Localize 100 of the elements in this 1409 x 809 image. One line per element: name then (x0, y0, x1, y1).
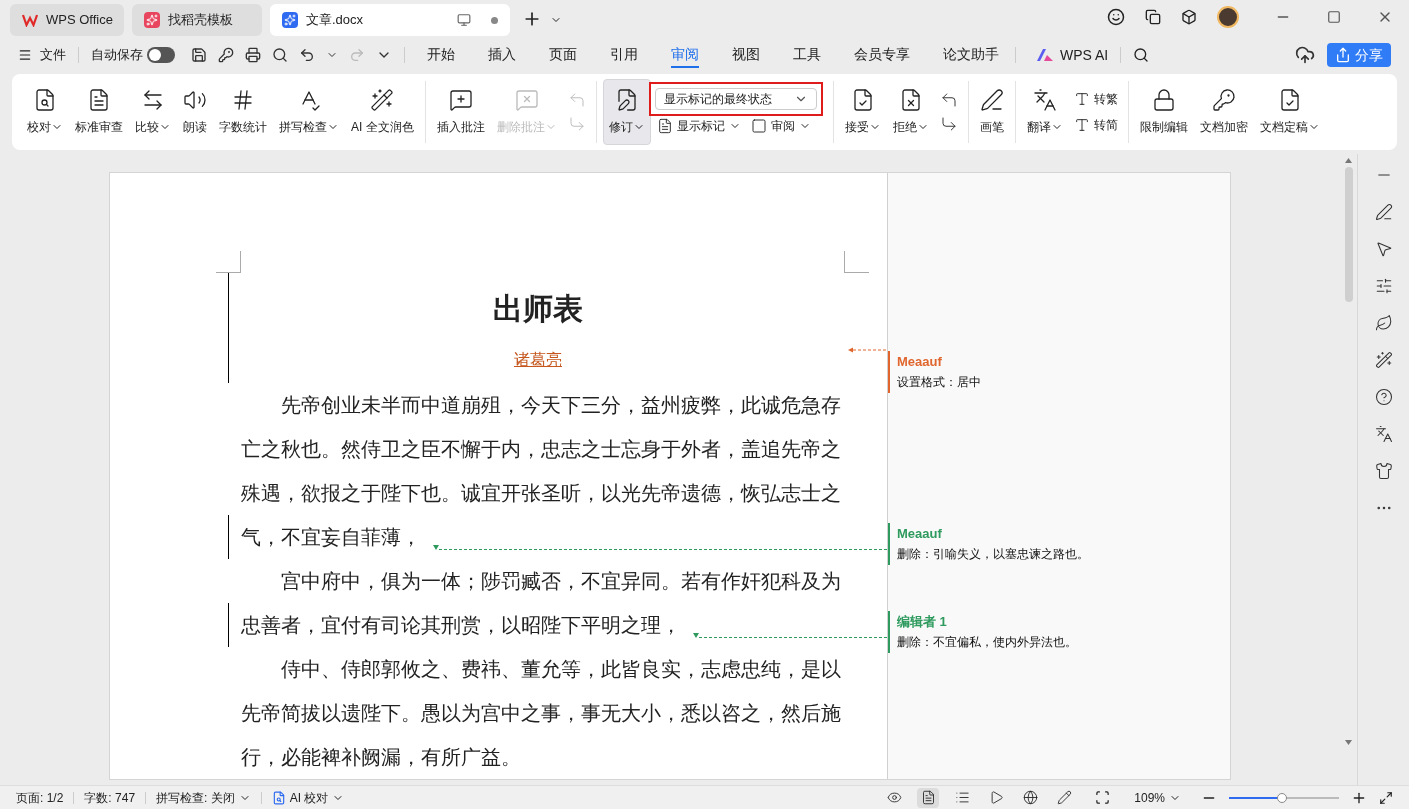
ribbon-button[interactable]: 校对 (22, 79, 68, 145)
ribbon-button[interactable]: 拒绝 (887, 79, 934, 145)
ribbon-button[interactable]: 字数统计 (214, 79, 272, 145)
paragraph-line: 亡之秋也。然侍卫之臣不懈于内，忠志之士忘身于外者，盖追先帝之 (240, 437, 841, 462)
key-icon[interactable] (218, 47, 234, 63)
shirt-icon[interactable] (1374, 462, 1393, 480)
magic-wand-icon[interactable] (1374, 351, 1393, 369)
save-icon[interactable] (191, 47, 207, 63)
ribbon-tab[interactable]: 页面 (549, 42, 577, 68)
face-icon[interactable] (1107, 8, 1125, 26)
ribbon-button[interactable]: 文档加密 (1194, 79, 1253, 145)
app-icon (282, 12, 298, 28)
document-tab[interactable]: WPS Office (10, 4, 124, 36)
scroll-down-icon[interactable] (1345, 740, 1352, 745)
scrollbar-thumb[interactable] (1344, 167, 1353, 302)
previous-icon[interactable] (939, 91, 958, 109)
ribbon-button[interactable]: 标准审查 (70, 79, 128, 145)
slider-thumb[interactable] (1276, 792, 1287, 803)
ribbon-tab[interactable]: 引用 (610, 42, 638, 68)
key-icon (1211, 88, 1236, 112)
ribbon-tab[interactable]: 审阅 (671, 42, 699, 68)
ai-logo-icon (1036, 48, 1054, 62)
search-icon[interactable] (1133, 47, 1150, 63)
help-icon[interactable] (1374, 388, 1393, 406)
scroll-up-icon[interactable] (1345, 158, 1352, 163)
avatar[interactable] (1217, 6, 1239, 28)
magnifier-document-icon (33, 88, 57, 112)
app-icon (144, 12, 160, 28)
cloud-upload-icon[interactable] (1295, 45, 1315, 65)
document-title: 出师表 (493, 290, 583, 327)
ribbon-tab[interactable]: 论文助手 (943, 42, 999, 68)
document-tab[interactable]: 找稻壳模板 (132, 4, 262, 36)
ribbon-tab[interactable]: 开始 (427, 42, 455, 68)
ribbon-button[interactable]: 限制编辑 (1134, 79, 1193, 145)
letter-icon (1073, 117, 1090, 133)
maximize-icon[interactable] (1327, 10, 1341, 24)
print-icon[interactable] (245, 47, 261, 63)
status-item[interactable]: 字数: 747 (84, 788, 136, 807)
ribbon-small-button[interactable]: 审阅 (750, 116, 811, 136)
comment-balloon[interactable]: Meaauf 删除：引喻失义，以塞忠谏之路也。 (888, 523, 1097, 565)
ribbon-small-button[interactable]: 显示标记 (656, 116, 741, 136)
comment-text: 删除：不宜偏私，使内外异法也。 (897, 634, 1077, 651)
windows-icon[interactable] (1145, 9, 1161, 25)
paragraph-line: 侍中、侍郎郭攸之、费祎、董允等，此皆良实，志虑忠纯，是以 (280, 657, 841, 682)
comment-author: 编辑者 1 (897, 613, 948, 631)
ribbon-button[interactable]: 接受 (839, 79, 886, 145)
ribbon-button[interactable]: 朗读 (178, 79, 212, 145)
status-item[interactable]: AI 校对 (271, 788, 345, 807)
share-button[interactable]: 分享 (1327, 43, 1391, 67)
translate-icon (1032, 88, 1057, 112)
pen-icon (979, 88, 1004, 112)
comment-text: 设置格式：居中 (897, 374, 981, 391)
paragraph-line: 先帝创业未半而中道崩殂，今天下三分，益州疲弊，此诚危急存 (280, 393, 841, 418)
ribbon-tab[interactable]: 工具 (793, 42, 821, 68)
comment-text: 删除：引喻失义，以塞忠谏之路也。 (897, 546, 1089, 563)
autosave-toggle[interactable] (147, 47, 175, 63)
ribbon-small-button[interactable]: 转繁 (1073, 89, 1118, 109)
translate-icon[interactable] (1374, 425, 1393, 443)
ribbon-button[interactable]: AI 全文润色 (346, 79, 419, 145)
undo-icon[interactable] (299, 47, 315, 63)
fit-icon[interactable] (1095, 790, 1111, 805)
fullscreen-icon[interactable] (1379, 790, 1393, 805)
comment-balloon[interactable]: Meaauf 设置格式：居中 (888, 351, 989, 393)
ribbon-tab[interactable]: 插入 (488, 42, 516, 68)
ribbon-button[interactable]: 插入批注 (431, 79, 490, 145)
autosave-label: 自动保存 (91, 46, 143, 65)
markup-select[interactable]: 显示标记的最终状态 (654, 88, 817, 110)
pen-icon[interactable] (1374, 203, 1393, 221)
ribbon-button[interactable]: 比较 (130, 79, 176, 145)
comment-balloon[interactable]: 编辑者 1 删除：不宜偏私，使内外异法也。 (888, 611, 1085, 653)
ribbon-button[interactable]: 翻译 (1021, 79, 1068, 145)
ai-button[interactable]: WPS AI (1036, 44, 1109, 66)
ribbon-button[interactable]: 画笔 (974, 79, 1009, 145)
add-comment-icon (448, 88, 473, 112)
document-tab[interactable]: 文章.docx (270, 4, 510, 36)
pointer-icon[interactable] (1374, 240, 1393, 258)
menu-icon (18, 48, 32, 62)
status-item[interactable]: 页面: 1/2 (16, 788, 64, 807)
corner-mark (216, 251, 241, 273)
paragraph-line: 宫中府中，俱为一体；陟罚臧否，不宜异同。若有作奸犯科及为 (280, 569, 841, 594)
document-icon (87, 88, 111, 112)
zoom-select[interactable]: 109% (1134, 788, 1181, 807)
cube-icon[interactable] (1181, 9, 1197, 25)
ribbon-tab[interactable]: 视图 (732, 42, 760, 68)
ribbon-button[interactable]: 拼写检查 (274, 79, 344, 145)
ribbon-small-button[interactable]: 转简 (1073, 115, 1118, 135)
next-icon[interactable] (939, 115, 958, 133)
paragraph-line: 殊遇，欲报之于陛下也。诚宜开张圣听，以光先帝遗德，恢弘志士之 (240, 481, 841, 506)
lock-document-icon (1151, 88, 1176, 112)
ribbon-tab[interactable]: 会员专享 (854, 42, 910, 68)
status-item[interactable]: 拼写检查: 关闭 (156, 788, 251, 807)
ribbon-button[interactable]: 修订 (602, 79, 651, 145)
paragraph-line: 先帝简拔以遗陛下。愚以为宫中之事，事无大小，悉以咨之，然后施 (240, 701, 841, 726)
deletion-marker (693, 632, 699, 638)
file-menu[interactable]: 文件 (18, 45, 66, 65)
ribbon-button[interactable]: 文档定稿 (1254, 79, 1325, 145)
delete-comment-icon (514, 88, 539, 112)
sliders-icon[interactable] (1374, 277, 1393, 295)
leaf-icon[interactable] (1374, 314, 1393, 332)
page-icon[interactable] (917, 787, 940, 808)
